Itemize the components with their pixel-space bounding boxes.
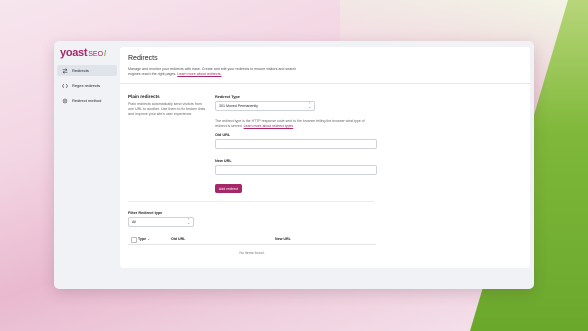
yoast-logo[interactable]: yoast SEO / (60, 47, 106, 59)
column-type[interactable]: Type ⌄ (138, 237, 150, 241)
main-content: Redirects Manage and monitor your redire… (120, 47, 530, 268)
learn-more-redirect-types-link[interactable]: Learn more about redirect types (244, 124, 294, 128)
select-chevron-icon: ⌃ ⌄ (308, 102, 311, 109)
logo-text: yoast (60, 47, 88, 59)
redirect-type-help: The redirect type is the HTTP response c… (215, 119, 375, 129)
code-icon (62, 83, 68, 89)
page-title: Redirects (128, 55, 158, 62)
column-type-label: Type (138, 237, 147, 241)
app-window: yoast SEO / Redirects Regex redirects Re… (54, 41, 534, 289)
add-redirect-button[interactable]: Add redirect (215, 184, 242, 193)
sidebar-item-label: Regex redirects (72, 83, 101, 88)
table-empty-message: No items found. (239, 251, 265, 255)
sidebar: yoast SEO / Redirects Regex redirects Re… (54, 41, 120, 289)
logo-suffix: SEO (88, 51, 104, 58)
sidebar-item-label: Redirects (72, 68, 89, 73)
select-chevron-icon: ⌃ ⌄ (187, 218, 190, 225)
new-url-label: New URL (215, 159, 232, 163)
redirect-arrows-icon (62, 67, 68, 74)
new-url-input[interactable] (215, 165, 377, 175)
header-divider (120, 83, 530, 84)
filter-label: Filter Redirect type (128, 211, 163, 215)
filter-type-select[interactable]: All ⌃ ⌄ (128, 217, 194, 227)
redirect-type-select[interactable]: 301 Moved Permanently ⌃ ⌄ (215, 101, 315, 111)
section-title: Plain redirects (128, 94, 160, 99)
old-url-label: Old URL (215, 133, 231, 137)
sidebar-item-redirect-method[interactable]: Redirect method (57, 95, 117, 106)
sidebar-nav: Redirects Regex redirects Redirect metho… (57, 65, 117, 110)
section-divider (128, 201, 374, 202)
column-new-url: New URL (275, 237, 291, 241)
sidebar-item-label: Redirect method (72, 98, 102, 103)
filter-type-value: All (132, 220, 136, 224)
redirect-type-label: Redirect Type (215, 95, 240, 99)
page-description: Manage and monitor your redirects with e… (128, 67, 308, 77)
column-old-url: Old URL (171, 237, 186, 241)
table-header: Type ⌄ Old URL New URL (128, 235, 376, 245)
gear-icon (62, 98, 68, 104)
select-all-checkbox[interactable] (131, 237, 137, 243)
learn-more-redirects-link[interactable]: Learn more about redirects. (177, 72, 221, 76)
old-url-input[interactable] (215, 139, 377, 149)
sidebar-item-regex-redirects[interactable]: Regex redirects (57, 80, 117, 91)
logo-slash: / (104, 49, 107, 58)
redirect-type-value: 301 Moved Permanently (219, 104, 258, 108)
sidebar-item-redirects[interactable]: Redirects (57, 65, 117, 76)
sort-icon: ⌄ (147, 237, 151, 241)
section-description: Plain redirects automatically send visit… (128, 102, 206, 116)
